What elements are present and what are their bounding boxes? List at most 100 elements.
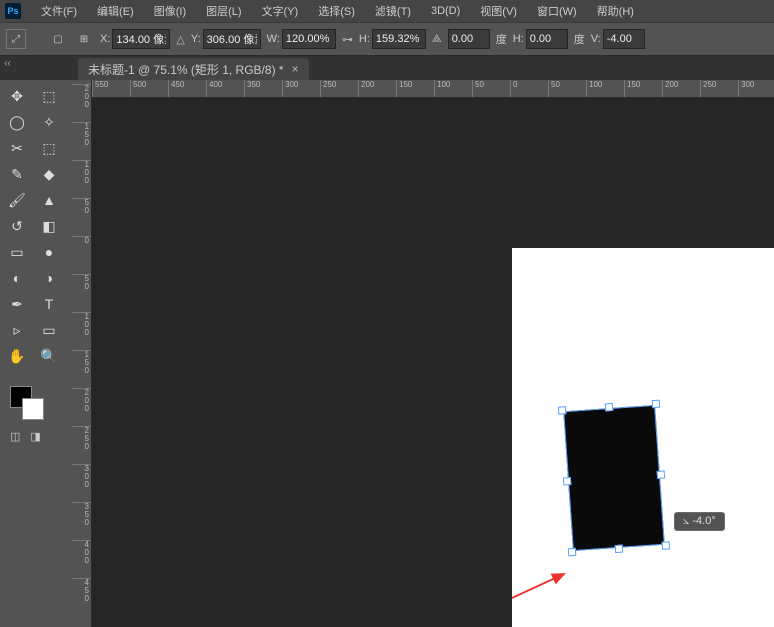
angle-value: -4.0° — [692, 515, 715, 527]
menu-view[interactable]: 视图(V) — [470, 0, 527, 22]
reference-grid-icon[interactable]: ⊞ — [74, 29, 94, 49]
rotate-unit: 度 — [496, 31, 507, 47]
width-field: W: — [267, 29, 336, 49]
handle-mid-right[interactable] — [657, 470, 666, 479]
ruler-tick: 400 — [72, 540, 91, 565]
horizontal-ruler: 5505004504003503002502001501005005010015… — [92, 80, 774, 98]
link-icon[interactable]: ⊶ — [342, 33, 353, 46]
ruler-tick: 250 — [72, 426, 91, 451]
handle-bottom-mid[interactable] — [615, 545, 624, 554]
h-input[interactable] — [372, 29, 426, 49]
handle-top-right[interactable] — [652, 400, 661, 409]
ruler-tick: 50 — [72, 198, 91, 215]
hand-tool[interactable]: ✋ — [2, 344, 32, 368]
skew-h-unit: 度 — [574, 31, 585, 47]
blur-tool[interactable]: ● — [34, 240, 64, 264]
app-logo: Ps — [5, 3, 21, 19]
dodge-tool[interactable]: ◐ — [2, 266, 32, 290]
pen-tool[interactable]: ✒ — [2, 292, 32, 316]
path-select-tool[interactable]: ▹ — [2, 318, 32, 342]
ruler-tool[interactable]: ◆ — [34, 162, 64, 186]
rectangle-shape[interactable] — [563, 405, 665, 551]
eraser-tool[interactable]: ◧ — [34, 214, 64, 238]
rectangle-tool[interactable]: ▭ — [34, 318, 64, 342]
quickmask-icon[interactable]: ◫ — [10, 430, 20, 443]
skew-h-field: H: — [513, 29, 568, 49]
options-bar: ⤢ ▢ ⊞ X: △ Y: W: ⊶ H: ⟁ 度 H: 度 V: — [0, 22, 774, 56]
artboard-tool[interactable]: ⬚ — [34, 84, 64, 108]
crop-tool[interactable]: ✂ — [2, 136, 32, 160]
zoom-tool[interactable]: 🔍 — [34, 344, 64, 368]
history-brush-tool[interactable]: ↺ — [2, 214, 32, 238]
x-label: X: — [100, 33, 110, 45]
document-tab[interactable]: 未标题-1 @ 75.1% (矩形 1, RGB/8) * × — [78, 58, 309, 80]
position-x-field: X: — [100, 29, 170, 49]
ruler-tick: 450 — [168, 80, 184, 97]
frame-tool[interactable]: ⬚ — [34, 136, 64, 160]
ruler-tick: 200 — [662, 80, 678, 97]
canvas-column: 5505004504003503002502001501005005010015… — [92, 80, 774, 627]
ruler-tick: 150 — [396, 80, 412, 97]
ruler-tick: 50 — [472, 80, 484, 97]
handle-top-left[interactable] — [558, 406, 567, 415]
menu-layer[interactable]: 图层(L) — [196, 0, 251, 22]
workarea: ✥ ⬚ ◯ ✧ ✂ ⬚ ✎ ◆ 🖌 ▲ ↺ ◧ ▭ ● ◐ ◑ ✒ T ▹ ▭ … — [0, 80, 774, 627]
handle-mid-left[interactable] — [563, 477, 572, 486]
w-input[interactable] — [282, 29, 336, 49]
ruler-tick: 250 — [700, 80, 716, 97]
brush-tool[interactable]: 🖌 — [2, 188, 32, 212]
ruler-tick: 100 — [72, 160, 91, 185]
ruler-tick: 200 — [72, 84, 91, 109]
sponge-tool[interactable]: ◑ — [34, 266, 64, 290]
menu-3d[interactable]: 3D(D) — [421, 2, 470, 20]
delta-icon[interactable]: △ — [176, 33, 184, 46]
expand-icon[interactable]: ‹‹ — [4, 58, 11, 69]
angle-icon: ⦣ — [683, 515, 689, 527]
transform-bounding-box[interactable] — [563, 405, 665, 551]
skew-h-input[interactable] — [526, 29, 568, 49]
ruler-tick: 150 — [72, 122, 91, 147]
transform-tool-icon[interactable]: ⤢ — [6, 29, 26, 49]
menu-file[interactable]: 文件(F) — [31, 0, 87, 22]
ruler-tick: 350 — [72, 502, 91, 527]
menu-edit[interactable]: 编辑(E) — [87, 0, 144, 22]
move-tool[interactable]: ✥ — [2, 84, 32, 108]
eyedropper-tool[interactable]: ✎ — [2, 162, 32, 186]
menu-filter[interactable]: 滤镜(T) — [365, 0, 421, 22]
reference-point-icon[interactable]: ▢ — [48, 29, 68, 49]
menubar: Ps 文件(F) 编辑(E) 图像(I) 图层(L) 文字(Y) 选择(S) 滤… — [0, 0, 774, 22]
menu-select[interactable]: 选择(S) — [308, 0, 365, 22]
handle-bottom-right[interactable] — [662, 541, 671, 550]
ruler-tick: 500 — [130, 80, 146, 97]
background-swatch[interactable] — [22, 398, 44, 420]
type-tool[interactable]: T — [34, 292, 64, 316]
ruler-tick: 200 — [358, 80, 374, 97]
ruler-tick: 50 — [548, 80, 560, 97]
position-y-field: Y: — [191, 29, 261, 49]
y-input[interactable] — [203, 29, 261, 49]
ruler-tick: 150 — [72, 350, 91, 375]
ruler-tick: 250 — [320, 80, 336, 97]
menu-image[interactable]: 图像(I) — [144, 0, 196, 22]
skew-v-input[interactable] — [603, 29, 645, 49]
ruler-tick: 0 — [510, 80, 517, 97]
menu-window[interactable]: 窗口(W) — [527, 0, 587, 22]
x-input[interactable] — [112, 29, 170, 49]
annotation-arrow — [512, 570, 572, 590]
rotate-input[interactable] — [448, 29, 490, 49]
handle-top-mid[interactable] — [605, 403, 614, 412]
close-tab-icon[interactable]: × — [292, 62, 299, 76]
stamp-tool[interactable]: ▲ — [34, 188, 64, 212]
w-label: W: — [267, 33, 280, 45]
ruler-tick: 450 — [72, 578, 91, 603]
color-swatches[interactable] — [2, 384, 66, 422]
magic-wand-tool[interactable]: ✧ — [34, 110, 64, 134]
ruler-tick: 300 — [72, 464, 91, 489]
menu-type[interactable]: 文字(Y) — [252, 0, 309, 22]
handle-bottom-left[interactable] — [568, 548, 577, 557]
gradient-tool[interactable]: ▭ — [2, 240, 32, 264]
screenmode-icon[interactable]: ◨ — [30, 430, 40, 443]
menu-help[interactable]: 帮助(H) — [587, 0, 644, 22]
canvas[interactable]: ⦣ -4.0° — [92, 98, 774, 627]
lasso-tool[interactable]: ◯ — [2, 110, 32, 134]
